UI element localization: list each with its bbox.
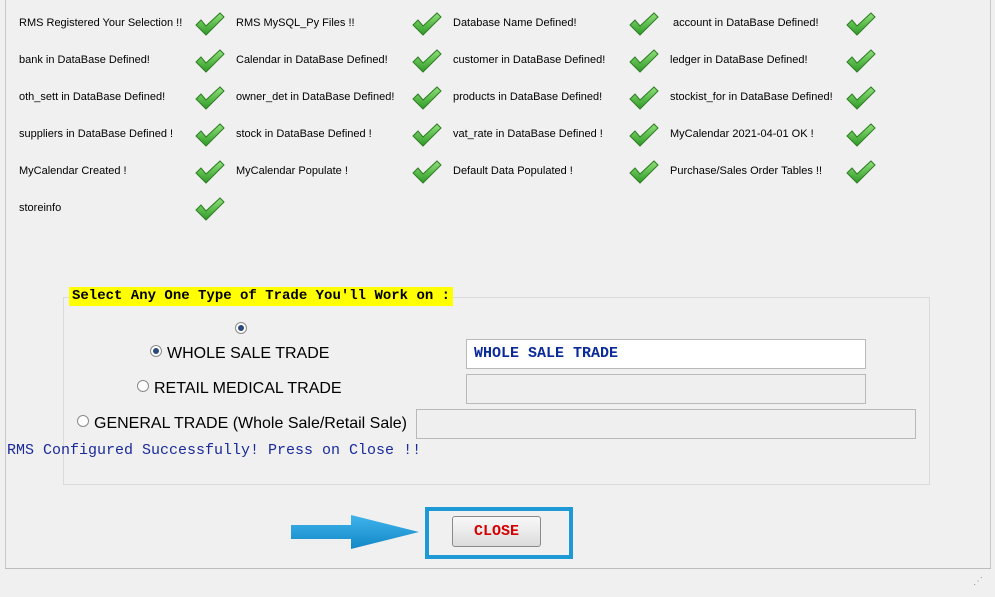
check-icon (846, 49, 876, 75)
check-icon (846, 160, 876, 186)
radio-button[interactable] (150, 345, 162, 357)
check-icon (195, 12, 225, 38)
status-text: products in DataBase Defined! (453, 91, 603, 103)
status-text: MyCalendar Created ! (19, 165, 127, 177)
retail-medical-trade-radio[interactable]: RETAIL MEDICAL TRADE (137, 379, 342, 399)
status-text: customer in DataBase Defined! (453, 54, 606, 66)
whole-sale-trade-field-value: WHOLE SALE TRADE (474, 345, 619, 362)
whole-sale-trade-radio[interactable]: WHOLE SALE TRADE (150, 344, 329, 364)
trade-prompt: Select Any One Type of Trade You'll Work… (69, 287, 454, 306)
general-trade-radio[interactable]: GENERAL TRADE (Whole Sale/Retail Sale) (77, 414, 407, 434)
general-trade-field[interactable] (416, 409, 916, 439)
status-text: Purchase/Sales Order Tables !! (670, 165, 823, 177)
retail-medical-trade-label: RETAIL MEDICAL TRADE (154, 380, 342, 397)
status-text: bank in DataBase Defined! (19, 54, 150, 66)
status-text: Default Data Populated ! (453, 165, 573, 177)
status-text: Database Name Defined! (453, 17, 577, 29)
check-icon (629, 12, 659, 38)
check-icon (846, 86, 876, 112)
check-icon (412, 123, 442, 149)
check-icon (846, 12, 876, 38)
default-radio[interactable] (235, 322, 247, 334)
status-text: account in DataBase Defined! (673, 17, 819, 29)
check-icon (412, 12, 442, 38)
retail-medical-trade-field[interactable] (466, 374, 866, 404)
general-trade-label: GENERAL TRADE (Whole Sale/Retail Sale) (94, 415, 407, 432)
status-text: storeinfo (19, 202, 62, 214)
status-text: oth_sett in DataBase Defined! (19, 91, 166, 103)
check-icon (629, 160, 659, 186)
check-icon (195, 160, 225, 186)
check-icon (412, 160, 442, 186)
check-icon (195, 197, 225, 223)
check-icon (846, 123, 876, 149)
status-bar: ⋰ (5, 568, 991, 591)
status-text: owner_det in DataBase Defined! (236, 91, 395, 103)
status-text: RMS MySQL_Py Files !! (236, 17, 355, 29)
check-icon (195, 123, 225, 149)
radio-button[interactable] (137, 380, 149, 392)
status-text: stockist_for in DataBase Defined! (670, 91, 833, 103)
status-text: vat_rate in DataBase Defined ! (453, 128, 603, 140)
status-text: RMS Registered Your Selection !! (19, 17, 183, 29)
status-text: ledger in DataBase Defined! (670, 54, 808, 66)
check-icon (629, 123, 659, 149)
status-text: suppliers in DataBase Defined ! (19, 128, 174, 140)
status-text: Calendar in DataBase Defined! (236, 54, 388, 66)
check-icon (629, 86, 659, 112)
status-text: MyCalendar Populate ! (236, 165, 348, 177)
radio-button[interactable] (77, 415, 89, 427)
resize-grip-icon[interactable]: ⋰ (973, 576, 983, 587)
status-text: stock in DataBase Defined ! (236, 128, 372, 140)
check-icon (629, 49, 659, 75)
status-text: MyCalendar 2021-04-01 OK ! (670, 128, 814, 140)
check-icon (412, 49, 442, 75)
check-icon (195, 49, 225, 75)
check-icon (195, 86, 225, 112)
whole-sale-trade-field[interactable]: WHOLE SALE TRADE (466, 339, 866, 369)
right-arrow-icon (291, 515, 419, 549)
whole-sale-trade-label: WHOLE SALE TRADE (167, 345, 330, 362)
success-message: RMS Configured Successfully! Press on Cl… (7, 442, 422, 459)
close-button[interactable]: CLOSE (452, 516, 541, 547)
check-icon (412, 86, 442, 112)
